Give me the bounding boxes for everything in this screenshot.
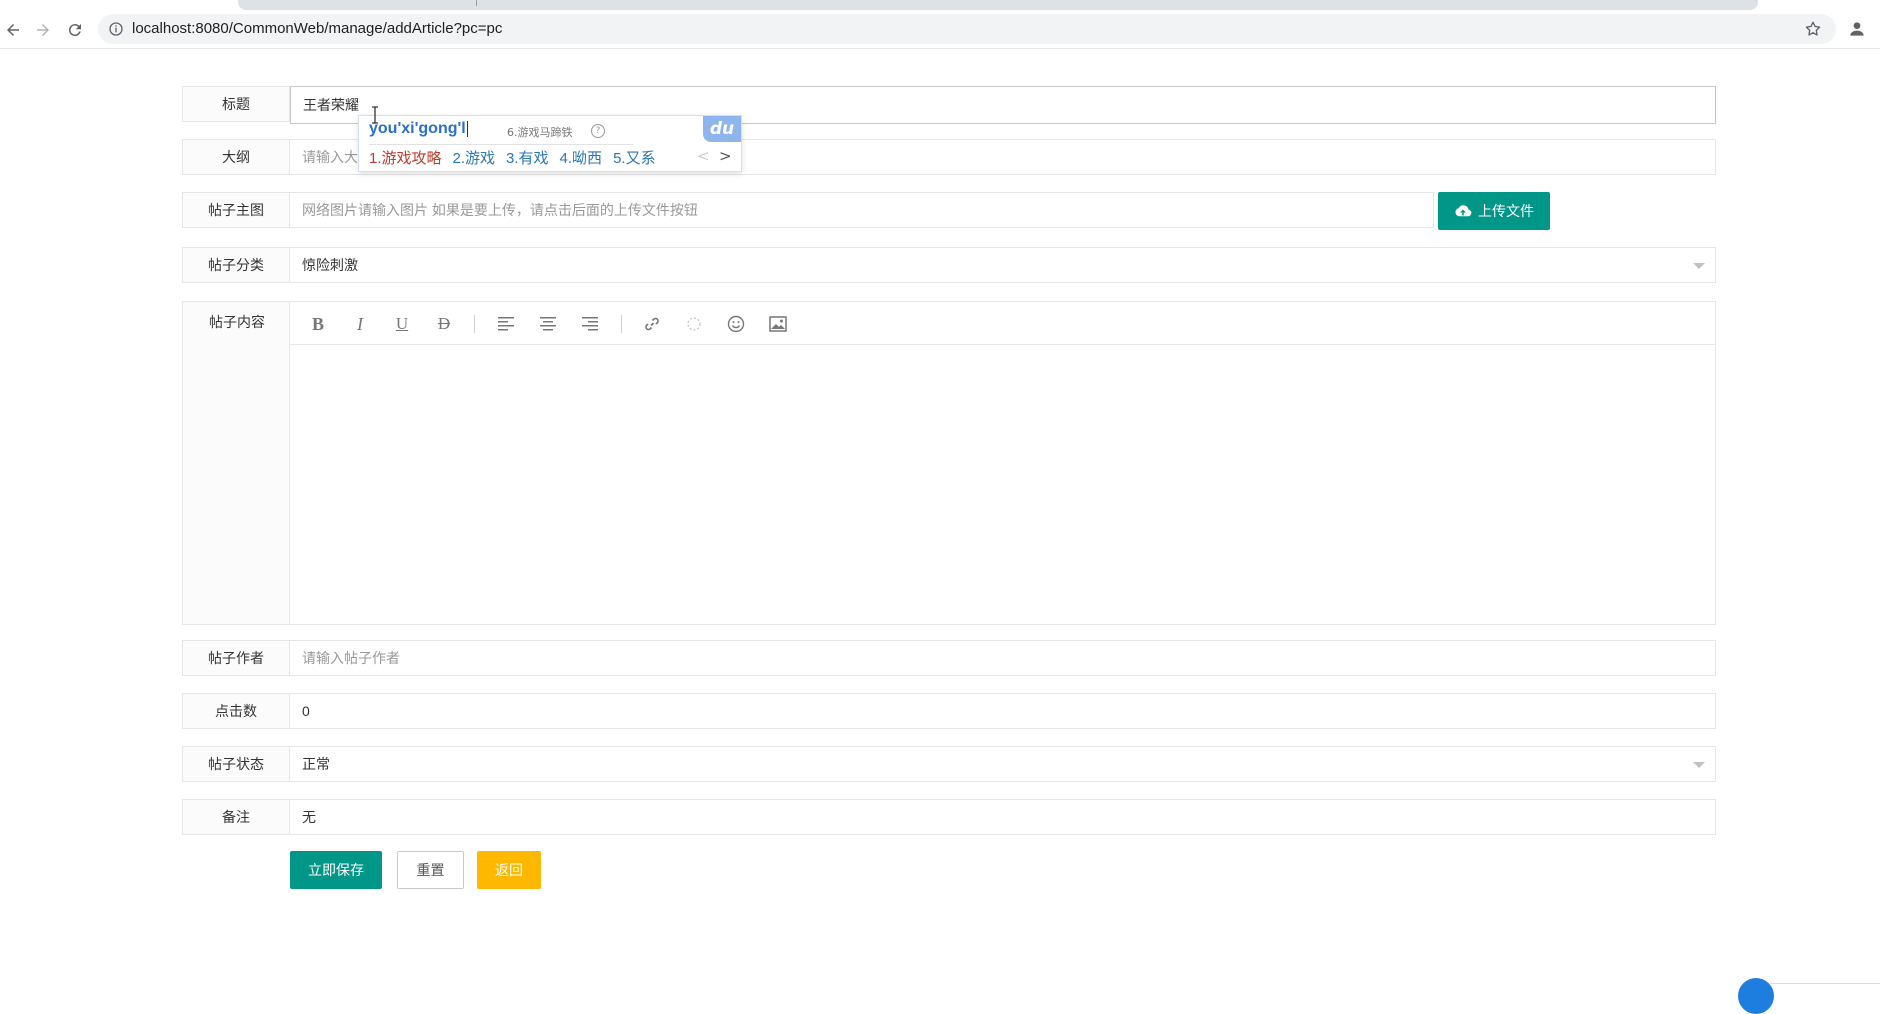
back-arrow-icon: [7, 24, 19, 36]
bold-icon[interactable]: B: [307, 313, 329, 335]
author-label: 帖子作者: [182, 640, 290, 676]
outline-placeholder: 请输入大: [302, 149, 358, 165]
image-icon[interactable]: [767, 313, 789, 335]
forward-button[interactable]: [31, 18, 55, 42]
ime-candidate-window: you'xi'gong'l 6.游戏马蹄铁 ? du 1.游戏攻略 2.游戏 3…: [358, 115, 742, 172]
profile-icon[interactable]: [1846, 18, 1868, 40]
ime-composition: you'xi'gong'l: [369, 120, 468, 137]
caret-down-icon: [1693, 762, 1705, 768]
outline-label: 大纲: [182, 139, 290, 175]
ime-candidate[interactable]: 1.游戏攻略: [369, 147, 442, 168]
forward-arrow-icon: [37, 24, 49, 36]
ime-candidate[interactable]: 3.有戏: [506, 147, 549, 168]
ime-candidate[interactable]: 5.又系: [613, 147, 656, 168]
save-button[interactable]: 立即保存: [290, 851, 382, 889]
remark-label: 备注: [182, 799, 290, 835]
author-input[interactable]: 请输入帖子作者: [290, 640, 1716, 676]
emoji-icon[interactable]: [725, 313, 747, 335]
ime-divider: [369, 144, 633, 145]
category-label: 帖子分类: [182, 247, 290, 283]
remark-input[interactable]: 无: [290, 799, 1716, 835]
status-select[interactable]: 正常: [290, 746, 1716, 782]
browser-toolbar: localhost:8080/CommonWeb/manage/addArtic…: [0, 10, 1880, 49]
align-right-icon[interactable]: [579, 313, 601, 335]
italic-icon[interactable]: I: [349, 313, 371, 335]
active-tab[interactable]: [238, 0, 1758, 10]
ime-logo: du: [703, 116, 741, 142]
editor-toolbar: B I U D: [290, 302, 1715, 345]
caret-down-icon: [1693, 263, 1705, 269]
upload-file-button[interactable]: 上传文件: [1438, 192, 1550, 230]
toolbar-divider: [621, 315, 622, 333]
category-select[interactable]: 惊险刺激: [290, 247, 1716, 283]
ime-candidate[interactable]: 2.游戏: [453, 147, 496, 168]
title-value: 王者荣耀: [303, 97, 359, 113]
help-icon[interactable]: ?: [591, 124, 605, 138]
content-label-cell: 帖子内容: [182, 301, 290, 625]
title-label: 标题: [182, 86, 290, 122]
address-bar[interactable]: localhost:8080/CommonWeb/manage/addArtic…: [98, 14, 1836, 44]
main-image-label: 帖子主图: [182, 192, 290, 228]
reload-icon: [68, 24, 81, 37]
ime-prev-page-icon[interactable]: <: [697, 147, 710, 165]
ime-next-page-icon[interactable]: >: [719, 147, 732, 165]
upload-file-label: 上传文件: [1478, 203, 1534, 219]
back-button[interactable]: [1, 18, 25, 42]
floating-panel-edge: [1770, 983, 1880, 984]
tab-strip: [0, 0, 1880, 10]
rich-text-editor: B I U D: [290, 301, 1716, 625]
reset-button[interactable]: 重置: [397, 851, 464, 889]
back-button[interactable]: 返回: [477, 851, 541, 889]
status-label: 帖子状态: [182, 746, 290, 782]
text-cursor-icon: [372, 106, 378, 124]
unlink-icon[interactable]: [683, 313, 705, 335]
cloud-upload-icon: [1455, 205, 1472, 217]
underline-icon[interactable]: U: [391, 313, 413, 335]
strikethrough-icon[interactable]: D: [433, 313, 455, 335]
align-left-icon[interactable]: [495, 313, 517, 335]
clicks-input[interactable]: 0: [290, 693, 1716, 729]
ime-extra-candidate[interactable]: 6.游戏马蹄铁: [507, 124, 573, 140]
tab-separator: [476, 0, 477, 6]
main-image-placeholder: 网络图片请输入图片 如果是要上传，请点击后面的上传文件按钮: [302, 202, 698, 218]
remark-value: 无: [302, 809, 316, 825]
clicks-label: 点击数: [182, 693, 290, 729]
author-placeholder: 请输入帖子作者: [302, 650, 400, 666]
reload-button[interactable]: [63, 18, 87, 42]
status-value: 正常: [302, 756, 330, 772]
info-icon[interactable]: [108, 21, 124, 37]
floating-action-button[interactable]: [1738, 978, 1774, 1014]
category-value: 惊险刺激: [302, 257, 358, 273]
align-center-icon[interactable]: [537, 313, 559, 335]
url-text[interactable]: localhost:8080/CommonWeb/manage/addArtic…: [132, 20, 502, 37]
content-label: 帖子内容: [209, 314, 265, 330]
star-icon[interactable]: [1804, 20, 1822, 38]
main-image-input[interactable]: 网络图片请输入图片 如果是要上传，请点击后面的上传文件按钮: [290, 192, 1434, 228]
link-icon[interactable]: [641, 313, 663, 335]
ime-candidate-list: 1.游戏攻略 2.游戏 3.有戏 4.呦西 5.又系: [369, 147, 656, 168]
toolbar-divider: [474, 315, 475, 333]
ime-candidate[interactable]: 4.呦西: [560, 147, 603, 168]
clicks-value: 0: [302, 703, 310, 719]
